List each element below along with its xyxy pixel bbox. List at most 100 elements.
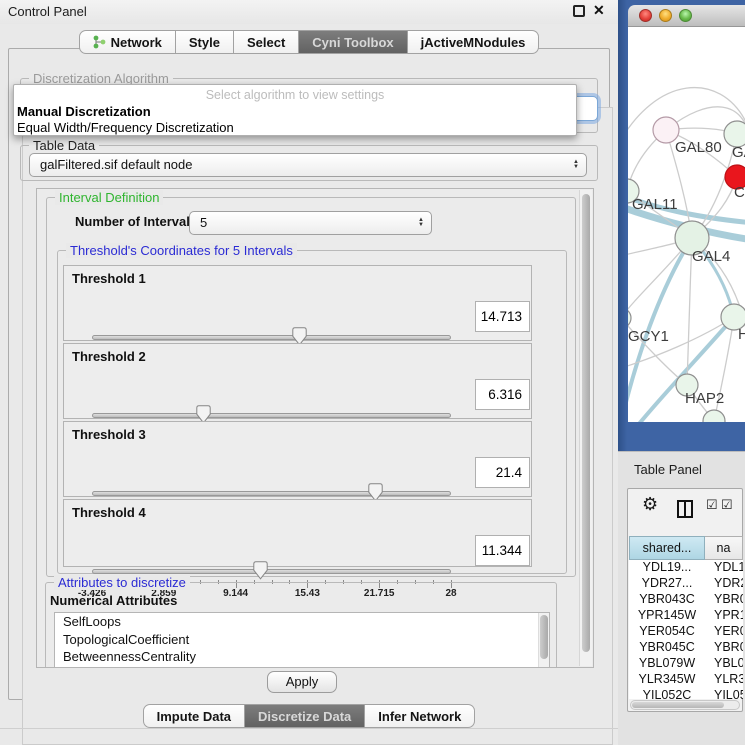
- network-node-label: GAL4: [692, 248, 730, 265]
- tab-impute-data[interactable]: Impute Data: [143, 704, 245, 728]
- table-row[interactable]: YBR045CYBR04: [629, 640, 743, 656]
- attributes-list[interactable]: SelfLoopsTopologicalCoefficientBetweenne…: [54, 612, 550, 668]
- threshold-panel: Threshold 2-3.4262.8599.14415.4321.71528…: [63, 343, 532, 419]
- threshold-slider[interactable]: -3.4262.8599.14415.4321.71528: [64, 450, 469, 496]
- cell-shared-name: YDL19...: [629, 560, 705, 576]
- threshold-panel: Threshold 4-3.4262.8599.14415.4321.71528…: [63, 499, 532, 567]
- table-row[interactable]: YBL079WYBL07: [629, 656, 743, 672]
- control-panel-title: Control Panel: [8, 4, 87, 19]
- tab-network[interactable]: Network: [79, 30, 176, 54]
- attribute-item[interactable]: TopologicalCoefficient: [55, 631, 549, 649]
- table-data-title: Table Data: [29, 138, 99, 153]
- tab-discretize-data[interactable]: Discretize Data: [245, 704, 365, 728]
- threshold-label: Threshold 3: [72, 427, 146, 442]
- spinner-icon: ▲▼: [418, 218, 424, 228]
- attribute-item[interactable]: SelfLoops: [55, 613, 549, 631]
- table-panel: Table Panel ⚙ ☑ ☑ shared... na YDL19...Y…: [618, 451, 745, 745]
- network-canvas[interactable]: GAL80GACGAL11GAL4GCY1HHAP2: [628, 27, 745, 422]
- mac-zoom-button[interactable]: [679, 9, 692, 22]
- tab-infer-network[interactable]: Infer Network: [365, 704, 475, 728]
- settings-scroll-pane: Interval Definition Number of Intervals …: [36, 188, 594, 668]
- tab-label: Cyni Toolbox: [312, 35, 393, 50]
- table-row[interactable]: YLR345WYLR34: [629, 672, 743, 688]
- threshold-value-field[interactable]: 6.316: [475, 379, 530, 410]
- control-panel: Control Panel ✕ Network: [0, 0, 618, 745]
- application-window: Control Panel ✕ Network: [0, 0, 745, 745]
- split-view-icon[interactable]: [677, 500, 693, 518]
- thresholds-group: Threshold's Coordinates for 5 Intervals …: [57, 250, 567, 574]
- table-row[interactable]: YIL052CYIL05: [629, 688, 743, 699]
- network-node-label: GCY1: [628, 328, 669, 345]
- network-window-frame: GAL80GACGAL11GAL4GCY1HHAP2: [618, 0, 745, 451]
- number-of-intervals-value: 5: [200, 215, 207, 230]
- attributes-list-scrollbar[interactable]: [538, 613, 549, 668]
- network-node[interactable]: [628, 308, 631, 328]
- dropdown-hint: Select algorithm to view settings: [14, 88, 576, 102]
- cell-name: YIL05: [705, 688, 743, 699]
- tab-style[interactable]: Style: [176, 30, 234, 54]
- cell-shared-name: YPR145W: [629, 608, 705, 624]
- tab-cyni-toolbox[interactable]: Cyni Toolbox: [299, 30, 407, 54]
- cell-name: YBL07: [705, 656, 743, 672]
- settings-vertical-scrollbar[interactable]: [579, 190, 592, 666]
- float-window-icon[interactable]: [573, 5, 585, 17]
- spinner-icon: ▲▼: [573, 160, 579, 170]
- column-header-shared-name[interactable]: shared...: [629, 536, 705, 560]
- table-row[interactable]: YBR043CYBR04: [629, 592, 743, 608]
- cell-name: YDR27: [705, 576, 743, 592]
- table-row[interactable]: YDR27...YDR27: [629, 576, 743, 592]
- threshold-label: Threshold 1: [72, 271, 146, 286]
- attribute-item[interactable]: BetweennessCentrality: [55, 648, 549, 666]
- network-graph: GAL80GACGAL11GAL4GCY1HHAP2: [628, 27, 745, 422]
- table-horizontal-scrollbar[interactable]: [630, 700, 740, 710]
- network-node-label: GAL80: [675, 139, 722, 156]
- slider-track: [92, 413, 451, 418]
- mac-close-button[interactable]: [639, 9, 652, 22]
- mac-minimize-button[interactable]: [659, 9, 672, 22]
- table-row[interactable]: YPR145WYPR14: [629, 608, 743, 624]
- threshold-slider[interactable]: -3.4262.8599.14415.4321.71528: [64, 294, 469, 340]
- tab-select[interactable]: Select: [234, 30, 299, 54]
- divider: [0, 728, 618, 729]
- gear-icon[interactable]: ⚙: [642, 494, 658, 515]
- close-icon[interactable]: ✕: [593, 2, 605, 19]
- slider-track: [92, 491, 451, 496]
- cell-shared-name: YLR345W: [629, 672, 705, 688]
- tab-label: Infer Network: [378, 709, 461, 724]
- table-data-combobox[interactable]: galFiltered.sif default node ▲▼: [29, 153, 587, 177]
- table-row[interactable]: YER054CYER05: [629, 624, 743, 640]
- tab-label: Impute Data: [157, 709, 231, 724]
- cell-shared-name: YER054C: [629, 624, 705, 640]
- threshold-label: Threshold 4: [72, 505, 146, 520]
- cell-shared-name: YDR27...: [629, 576, 705, 592]
- table-row[interactable]: YDL19...YDL19: [629, 560, 743, 576]
- table-panel-body: ⚙ ☑ ☑ shared... na YDL19...YDL19YDR27...…: [627, 488, 743, 712]
- checkbox-icon[interactable]: ☑: [721, 497, 733, 513]
- network-window-titlebar[interactable]: [628, 5, 745, 27]
- cell-name: YER05: [705, 624, 743, 640]
- tab-label: Style: [189, 35, 220, 50]
- cell-name: YBR04: [705, 592, 743, 608]
- threshold-panel: Threshold 1 -3.4262.8599.14415.4321.71528…: [63, 265, 532, 341]
- slider-thumb[interactable]: [253, 561, 268, 580]
- threshold-value-field[interactable]: 21.4: [475, 457, 530, 488]
- thresholds-group-title: Threshold's Coordinates for 5 Intervals: [66, 243, 297, 258]
- tab-label: Select: [247, 35, 285, 50]
- interval-definition-title: Interval Definition: [55, 190, 163, 205]
- slider-track: [92, 569, 451, 574]
- dropdown-option-manual-discretization[interactable]: Manual Discretization: [17, 104, 573, 119]
- dropdown-option-equal-width-frequency[interactable]: Equal Width/Frequency Discretization: [17, 120, 573, 135]
- network-node-label: C: [734, 184, 745, 201]
- threshold-value-field[interactable]: 14.713: [475, 301, 530, 332]
- checkbox-icon[interactable]: ☑: [706, 497, 718, 513]
- cell-shared-name: YBR045C: [629, 640, 705, 656]
- tab-jactivemnodules[interactable]: jActiveMNodules: [408, 30, 540, 54]
- cyni-bottom-tabs: Impute Data Discretize Data Infer Networ…: [0, 704, 618, 728]
- threshold-slider[interactable]: -3.4262.8599.14415.4321.71528: [64, 372, 469, 418]
- table-rows: YDL19...YDL19YDR27...YDR27YBR043CYBR04YP…: [629, 560, 743, 699]
- column-header-name[interactable]: na: [705, 536, 743, 560]
- number-of-intervals-combobox[interactable]: 5 ▲▼: [189, 211, 432, 235]
- threshold-slider[interactable]: -3.4262.8599.14415.4321.71528: [64, 528, 469, 574]
- threshold-value-field[interactable]: 11.344: [475, 535, 530, 566]
- apply-button[interactable]: Apply: [267, 671, 337, 693]
